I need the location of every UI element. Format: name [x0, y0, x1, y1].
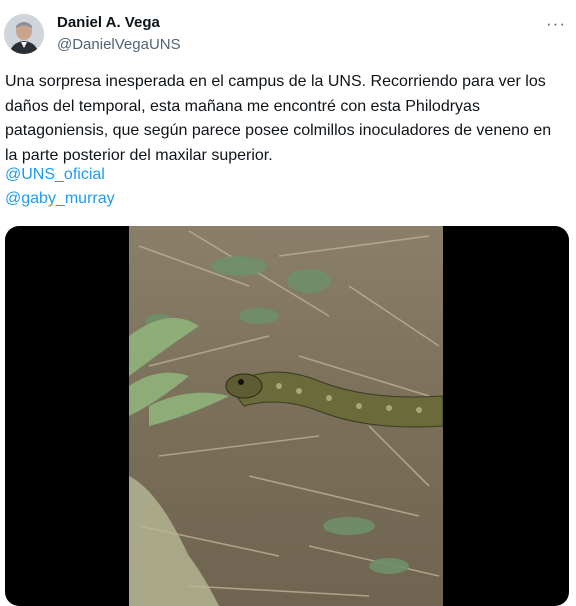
author-name[interactable]: Daniel A. Vega	[57, 14, 160, 31]
tweet-header: Daniel A. Vega @DanielVegaUNS ···	[0, 0, 576, 64]
mention-uns-oficial[interactable]: @UNS_oficial	[5, 166, 105, 184]
mention-gaby-murray[interactable]: @gaby_murray	[5, 190, 115, 208]
author-handle[interactable]: @DanielVegaUNS	[57, 36, 181, 53]
tweet-video[interactable]	[5, 226, 569, 606]
more-options-icon[interactable]: ···	[546, 14, 566, 34]
avatar-photo	[4, 14, 44, 54]
avatar[interactable]	[4, 14, 44, 54]
video-frame	[129, 226, 443, 606]
tweet-text: Una sorpresa inesperada en el campus de …	[5, 73, 552, 164]
